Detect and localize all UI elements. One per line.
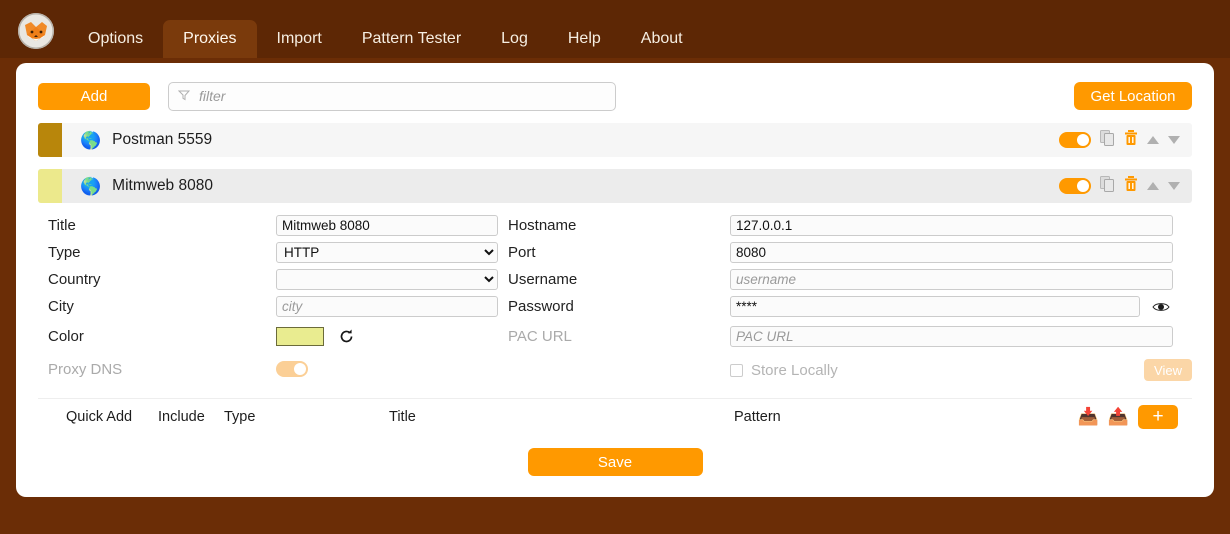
tab-about[interactable]: About	[621, 20, 703, 58]
navigation-bar: Options Proxies Import Pattern Tester Lo…	[0, 3, 1230, 58]
tab-help[interactable]: Help	[548, 20, 621, 58]
tab-log[interactable]: Log	[481, 20, 548, 58]
proxy-dns-toggle[interactable]	[276, 361, 308, 377]
password-label: Password	[508, 298, 574, 315]
hostname-input[interactable]	[730, 215, 1173, 236]
pac-url-input	[730, 325, 1173, 347]
column-title: Title	[389, 408, 416, 425]
port-input[interactable]	[730, 242, 1173, 263]
color-swatch-input[interactable]	[276, 326, 324, 346]
save-button[interactable]: Save	[527, 448, 703, 476]
proxy-title: Postman 5559	[112, 131, 213, 148]
password-input[interactable]	[730, 296, 1140, 317]
copy-icon[interactable]	[1100, 130, 1115, 150]
move-up-icon[interactable]	[1147, 136, 1159, 144]
refresh-icon[interactable]	[338, 328, 355, 345]
column-type: Type	[224, 408, 256, 425]
add-pattern-button[interactable]: +	[1138, 404, 1178, 429]
column-pattern: Pattern	[734, 408, 781, 425]
move-down-icon[interactable]	[1168, 182, 1180, 190]
tab-import[interactable]: Import	[257, 20, 342, 58]
country-select[interactable]	[276, 269, 498, 290]
globe-icon: 🌎	[80, 176, 102, 196]
title-label: Title	[48, 217, 76, 234]
proxy-row[interactable]: 🌎 Mitmweb 8080	[38, 169, 1192, 203]
proxies-card: Add Get Location 🌎 Postman 5559	[16, 63, 1214, 497]
title-input[interactable]	[276, 215, 498, 236]
city-label: City	[48, 298, 74, 315]
proxy-row-actions	[1059, 130, 1192, 150]
proxy-row-actions	[1059, 176, 1192, 196]
color-label: Color	[48, 327, 84, 345]
column-quick-add: Quick Add	[66, 408, 133, 425]
proxy-enable-toggle[interactable]	[1059, 178, 1091, 194]
proxy-row[interactable]: 🌎 Postman 5559	[38, 123, 1192, 157]
trash-icon[interactable]	[1124, 130, 1138, 150]
trash-icon[interactable]	[1124, 176, 1138, 196]
patterns-actions: 📥 📤 +	[1078, 404, 1192, 429]
username-input[interactable]	[730, 269, 1173, 290]
add-button[interactable]: Add	[38, 82, 150, 110]
tab-options[interactable]: Options	[68, 20, 163, 58]
funnel-icon	[177, 88, 197, 105]
proxy-enable-toggle[interactable]	[1059, 132, 1091, 148]
username-label: Username	[508, 271, 578, 288]
eye-icon[interactable]	[1152, 301, 1170, 313]
footer-actions: Save	[38, 448, 1192, 476]
nav-tabs: Options Proxies Import Pattern Tester Lo…	[68, 3, 703, 58]
move-down-icon[interactable]	[1168, 136, 1180, 144]
copy-icon[interactable]	[1100, 176, 1115, 196]
get-location-button[interactable]: Get Location	[1074, 82, 1192, 110]
view-button: View	[1144, 359, 1192, 381]
pac-url-label: PAC URL	[508, 327, 572, 345]
proxy-dns-label: Proxy DNS	[48, 360, 123, 378]
store-locally-label: Store Locally	[751, 361, 838, 379]
proxy-detail-form: Title Hostname Type HTTP Port Country Us…	[38, 212, 1192, 386]
city-input[interactable]	[276, 296, 498, 317]
filter-input[interactable]	[197, 87, 606, 105]
outbox-tray-icon[interactable]: 📤	[1108, 408, 1129, 425]
move-up-icon[interactable]	[1147, 182, 1159, 190]
patterns-table-header: Quick Add Include Type Title Pattern 📥 📤…	[38, 398, 1192, 434]
hostname-label: Hostname	[508, 217, 577, 234]
column-include: Include	[158, 408, 205, 425]
proxy-color-swatch	[38, 169, 62, 203]
proxy-color-swatch	[38, 123, 62, 157]
tab-proxies[interactable]: Proxies	[163, 20, 257, 58]
globe-icon: 🌎	[80, 130, 102, 150]
type-label: Type	[48, 244, 81, 261]
type-select[interactable]: HTTP	[276, 242, 498, 263]
proxy-title: Mitmweb 8080	[112, 177, 213, 194]
toolbar: Add Get Location	[38, 81, 1192, 111]
country-label: Country	[48, 271, 101, 288]
port-label: Port	[508, 244, 536, 261]
filter-field[interactable]	[168, 81, 616, 111]
store-locally-checkbox[interactable]	[730, 363, 743, 377]
inbox-tray-icon[interactable]: 📥	[1078, 408, 1099, 425]
tab-pattern-tester[interactable]: Pattern Tester	[342, 20, 481, 58]
foxyproxy-logo-icon	[18, 13, 54, 49]
